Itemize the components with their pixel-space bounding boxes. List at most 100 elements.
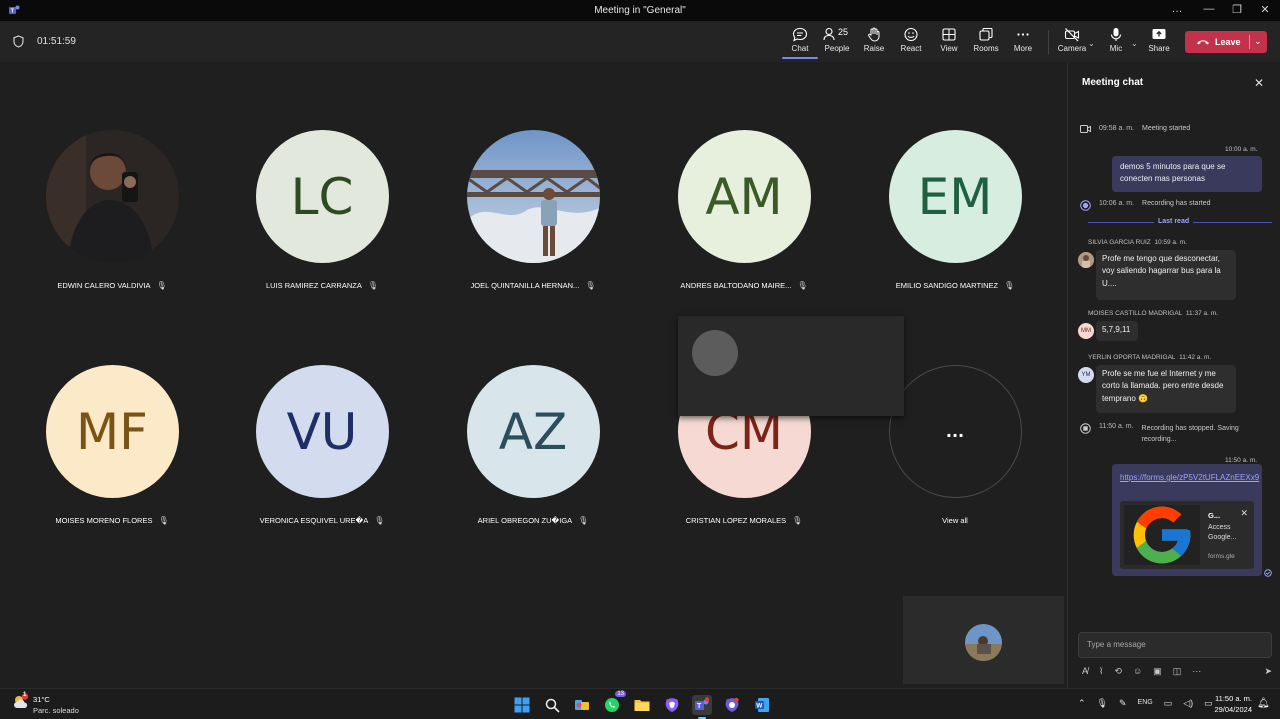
window-more-button[interactable]: … — [1163, 3, 1191, 15]
people-icon — [823, 27, 835, 41]
teams-taskbar-icon[interactable]: T — [692, 695, 712, 719]
mic-muted-icon: 🎙︎ — [1004, 281, 1015, 290]
close-preview-icon[interactable]: ✕ — [1240, 508, 1248, 519]
mic-icon — [1110, 28, 1122, 41]
notification-bell-icon[interactable]: 🔔︎ — [1257, 698, 1270, 709]
message-text: Profe me tengo que desconectar, voy sali… — [1102, 254, 1221, 288]
window-minimize-button[interactable]: — — [1195, 3, 1223, 15]
language-indicator[interactable]: ENG — [1138, 699, 1153, 709]
message-bubble[interactable]: Profe me tengo que desconectar, voy sali… — [1096, 250, 1236, 300]
message-bubble[interactable]: 5,7,9,11 — [1096, 321, 1138, 341]
participant-tile[interactable]: LC LUIS RAMIREZ CARRANZA 🎙︎ — [222, 130, 422, 290]
camera-button[interactable]: Camera — [1054, 27, 1090, 53]
my-link-message-bubble[interactable]: https://forms.gle/zP5V2tUFLAZnEEXx9 G...… — [1112, 464, 1262, 576]
message-time: 10:00 a. m. — [1225, 146, 1258, 153]
view-button[interactable]: View — [931, 27, 967, 53]
leave-label: Leave — [1215, 37, 1241, 47]
word-icon[interactable]: W — [752, 695, 772, 715]
more-icon — [1017, 33, 1029, 36]
rooms-button[interactable]: Rooms — [968, 27, 1004, 53]
self-view-tile[interactable] — [903, 596, 1064, 684]
sticker-icon[interactable]: ◫ — [1173, 666, 1182, 678]
mic-muted-icon: 🎙︎ — [158, 516, 169, 525]
loop-icon[interactable]: ⟲ — [1114, 666, 1122, 678]
link-preview-card[interactable]: G... Access Google... forms.gle ✕ — [1120, 501, 1254, 569]
gif-icon[interactable]: ▣ — [1153, 666, 1162, 678]
meeting-started-time: 09:58 a. m. — [1099, 125, 1135, 132]
react-label: React — [900, 44, 922, 53]
participant-tile[interactable]: MF MOISES MORENO FLORES 🎙︎ — [12, 365, 212, 525]
send-icon[interactable]: ➤ — [1264, 666, 1272, 677]
participant-name: LUIS RAMIREZ CARRANZA — [265, 281, 362, 290]
volume-icon[interactable]: ◁) — [1183, 698, 1193, 709]
brave-nightly-icon[interactable] — [722, 695, 742, 715]
chevron-up-icon[interactable]: ⌃ — [1078, 698, 1086, 709]
more-options-icon[interactable]: ··· — [1192, 666, 1201, 678]
file-explorer-icon[interactable] — [632, 695, 652, 715]
participant-name: JOEL QUINTANILLA HERNAN... — [470, 281, 580, 290]
participant-name: VERONICA ESQUIVEL URE�A — [259, 516, 369, 525]
raise-label: Raise — [863, 44, 885, 53]
more-button[interactable]: More — [1005, 27, 1041, 53]
camera-options-chevron-icon[interactable]: ⌄ — [1088, 39, 1095, 48]
emoji-icon[interactable]: ☺ — [1133, 666, 1142, 678]
participant-tile[interactable]: AZ ARIEL OBREGON ZU�IGA 🎙︎ — [433, 365, 633, 525]
message-compose-box[interactable]: Type a message — [1078, 632, 1272, 658]
rooms-label: Rooms — [973, 44, 999, 53]
mic-label: Mic — [1109, 44, 1123, 53]
raise-hand-button[interactable]: Raise — [856, 27, 892, 53]
message-text: demos 5 minutos para que se conecten mas… — [1120, 162, 1226, 184]
participant-tile[interactable]: EM EMILIO SANDIGO MARTINEZ 🎙︎ — [855, 130, 1055, 290]
view-icon — [942, 28, 956, 41]
recording-started-text: Recording has started — [1142, 200, 1211, 207]
mic-options-chevron-icon[interactable]: ⌄ — [1131, 39, 1138, 48]
link-card-description: Access Google... — [1208, 524, 1237, 541]
chat-button[interactable]: Chat — [782, 27, 818, 59]
windows-start-icon[interactable] — [512, 695, 532, 715]
participant-tile[interactable]: JOEL QUINTANILLA HERNAN... 🎙︎ — [433, 130, 633, 290]
message-bubble[interactable]: Profe se me fue el Internet y me corto l… — [1096, 365, 1236, 413]
share-button[interactable]: Share — [1141, 27, 1177, 53]
window-maximize-button[interactable]: ❐ — [1223, 3, 1251, 16]
mic-muted-icon: 🎙︎ — [797, 281, 808, 290]
camera-label: Camera — [1057, 44, 1087, 53]
microphone-tray-icon[interactable]: 🎙︎ — [1097, 698, 1108, 709]
brave-browser-icon[interactable] — [662, 695, 682, 715]
weather-widget[interactable]: 1 31°C Parc. soleado — [12, 692, 79, 716]
meeting-timer: 01:51:59 — [37, 36, 76, 47]
my-message-bubble[interactable]: demos 5 minutos para que se conecten mas… — [1112, 156, 1262, 192]
self-avatar — [965, 624, 1002, 661]
meeting-toolbar: 01:51:59 Chat 25 People Raise React View… — [0, 21, 1280, 62]
chat-title: Meeting chat — [1082, 77, 1144, 88]
windows-taskbar: 1 31°C Parc. soleado 13 T W ⌃ 🎙︎ ✎ ENG ▭… — [0, 688, 1280, 719]
leave-options-chevron-icon[interactable]: ⌄ — [1254, 36, 1262, 47]
widgets-icon[interactable] — [572, 695, 592, 715]
format-icon[interactable]: A̸ — [1082, 666, 1088, 678]
view-all-label: View all — [942, 516, 968, 525]
mic-muted-icon: 🎙︎ — [585, 281, 596, 290]
search-icon[interactable] — [542, 695, 562, 715]
close-chat-icon[interactable]: ✕ — [1254, 76, 1264, 90]
svg-text:T: T — [697, 703, 702, 710]
participant-tile[interactable]: AM ANDRES BALTODANO MAIRE... 🎙︎ — [644, 130, 844, 290]
forms-link[interactable]: https://forms.gle/zP5V2tUFLAZnEEXx9 — [1120, 472, 1260, 484]
participant-initials-avatar: VU — [255, 365, 389, 498]
whatsapp-icon[interactable]: 13 — [602, 691, 626, 715]
mic-button[interactable]: Mic — [1098, 27, 1134, 53]
hover-card-avatar — [692, 330, 738, 376]
taskbar-clock[interactable]: 11:50 a. m. 29/04/2024 — [1206, 693, 1252, 716]
leave-button[interactable]: Leave ⌄ — [1185, 31, 1267, 53]
participant-tile[interactable]: VU VERONICA ESQUIVEL URE�A 🎙︎ — [222, 365, 422, 525]
mic-muted-icon: 🎙︎ — [792, 516, 803, 525]
attach-icon[interactable]: ⌇ — [1099, 666, 1103, 678]
participant-tile[interactable]: EDWIN CALERO VALDIVIA 🎙︎ — [12, 130, 212, 290]
people-button[interactable]: 25 People — [819, 27, 855, 53]
react-button[interactable]: React — [893, 27, 929, 53]
people-label: People — [824, 44, 850, 53]
window-close-button[interactable]: ✕ — [1251, 3, 1279, 16]
pen-icon[interactable]: ✎ — [1119, 698, 1127, 709]
network-icon[interactable]: ▭ — [1164, 698, 1173, 709]
meeting-started-event: 09:58 a. m. Meeting started — [1080, 125, 1190, 133]
more-label: More — [1013, 44, 1033, 53]
sender-time: 10:59 a. m. — [1154, 239, 1187, 246]
